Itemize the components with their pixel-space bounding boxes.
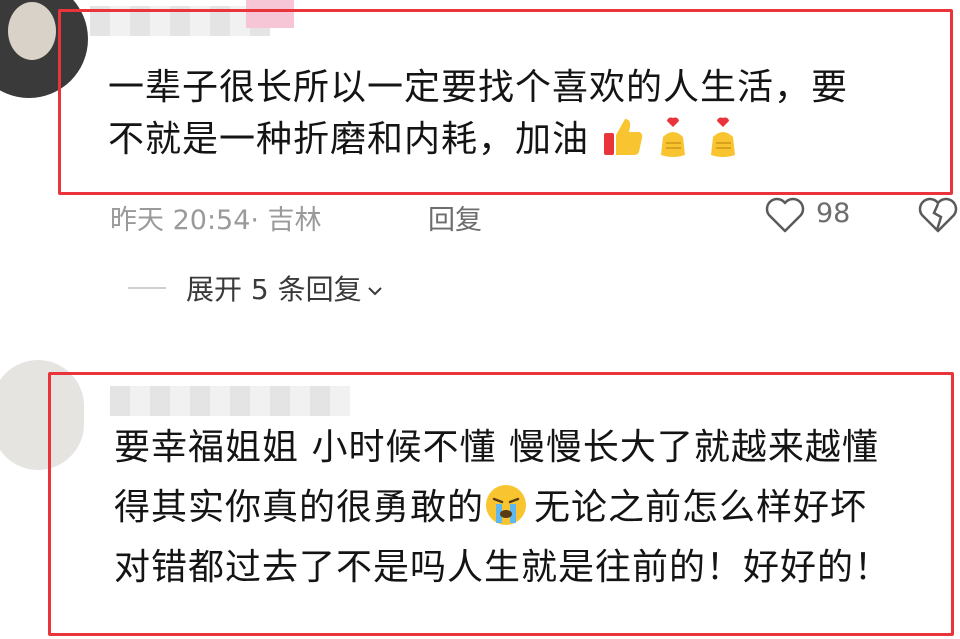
comment-line: 无论之前怎么样好坏	[534, 487, 868, 528]
finger-heart-icon	[661, 117, 686, 157]
thumbs-up-icon	[604, 119, 643, 155]
finger-heart-icon	[711, 117, 736, 157]
crying-face-icon	[486, 485, 527, 525]
comment-text: 一辈子很长所以一定要找个喜欢的人生活，要 不就是一种折磨和内耗，加油	[108, 62, 848, 166]
expand-label: 展开 5 条回复	[186, 273, 362, 306]
comment-text: 要幸福姐姐 小时候不懂 慢慢长大了就越来越懂 得其实你真的很勇敢的 无论之前怎么…	[114, 418, 891, 598]
comment-line: 不就是一种折磨和内耗，加油	[108, 119, 590, 160]
comment-line: 要幸福姐姐 小时候不懂 慢慢长大了就越来越懂	[114, 427, 879, 468]
comment-line: 对错都过去了不是吗人生就是往前的！好好的！	[114, 547, 892, 588]
comment-timestamp-location: 昨天 20:54· 吉林	[110, 205, 322, 236]
comment-line: 得其实你真的很勇敢的	[114, 487, 485, 528]
expand-divider	[128, 287, 166, 289]
broken-heart-icon[interactable]	[918, 196, 958, 234]
like-count: 98	[816, 198, 851, 229]
heart-like-icon[interactable]	[764, 196, 806, 234]
comment-line: 一辈子很长所以一定要找个喜欢的人生活，要	[108, 67, 849, 108]
expand-replies-button[interactable]: 展开 5 条回复	[186, 268, 384, 308]
chevron-down-icon	[367, 287, 382, 296]
reply-button[interactable]: 回复	[428, 198, 482, 237]
avatar-face	[8, 2, 56, 60]
